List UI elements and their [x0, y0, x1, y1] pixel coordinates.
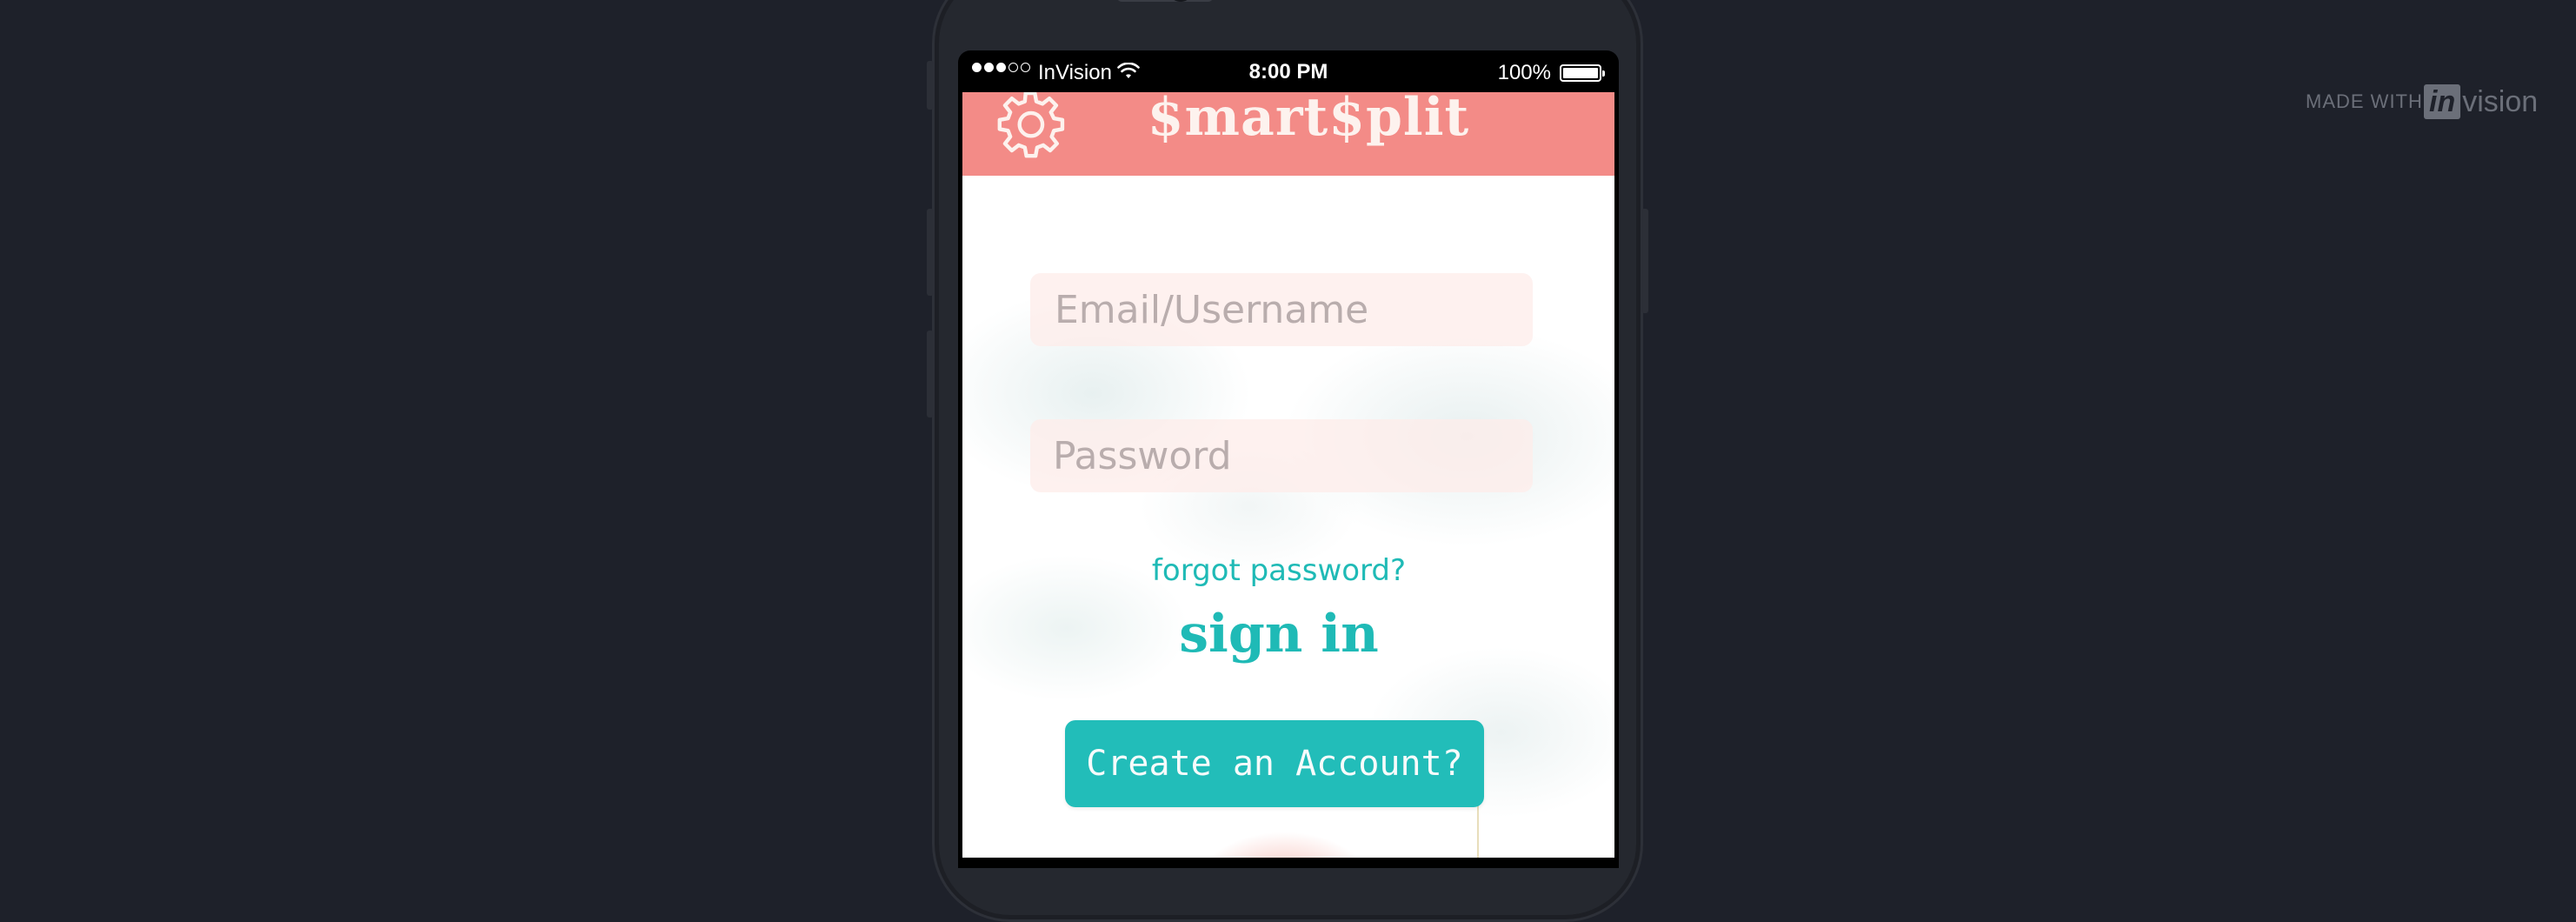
invision-logo-in: in [2424, 84, 2461, 119]
sign-in-button[interactable]: sign in [962, 604, 1614, 665]
made-with-label: MADE WITH [2306, 90, 2423, 112]
balloon-string [1477, 805, 1479, 858]
phone-speaker [1117, 0, 1213, 2]
phone-power-button [1641, 209, 1648, 313]
status-bar: InVision 8:00 PM 100% [958, 54, 1619, 92]
battery-icon [1560, 64, 1605, 82]
app-header: $mart$plit [962, 92, 1614, 176]
battery-percentage: 100% [1497, 61, 1551, 84]
app-title: $mart$plit [1147, 92, 1470, 148]
phone-volume-up [927, 209, 934, 296]
create-account-button[interactable]: Create an Account? [1065, 720, 1484, 807]
forgot-password-link[interactable]: forgot password? [962, 553, 1614, 588]
invision-logo-text: vision [2462, 84, 2539, 118]
email-username-input[interactable] [1030, 273, 1533, 346]
password-input[interactable] [1030, 419, 1533, 492]
app-screen: $mart$plit forgot password? sign in Crea… [962, 92, 1614, 858]
phone-mute-switch [927, 61, 934, 110]
phone-volume-down [927, 331, 934, 418]
invision-logo[interactable]: in vision [2424, 84, 2538, 120]
battery-level-fill [1563, 68, 1598, 78]
